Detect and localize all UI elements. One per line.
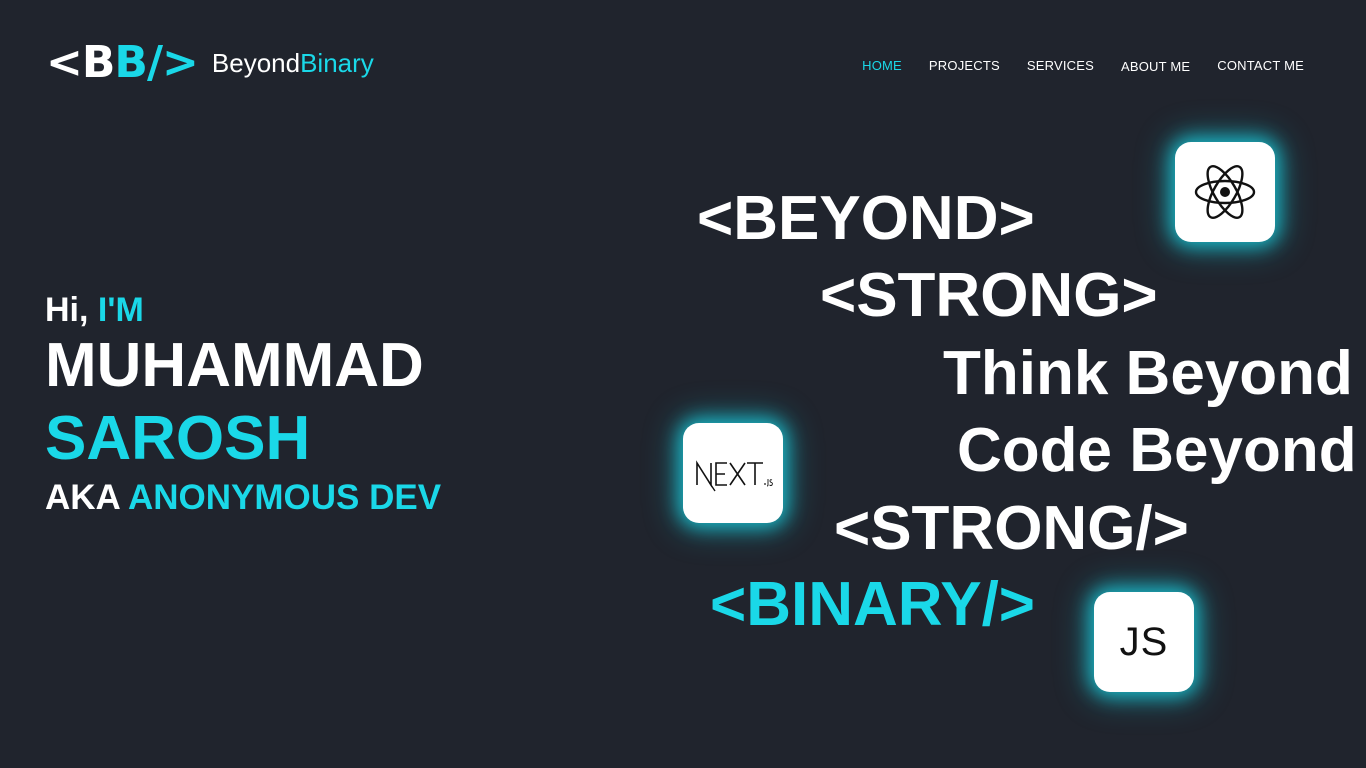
logo-mark-left: <B [46,37,115,88]
react-tile [1175,142,1275,242]
code-beyond-text: Code Beyond [957,416,1357,485]
logo-mark-right: B/> [114,37,198,88]
logo-mark: <BB/> [46,37,199,88]
nav-about-me[interactable]: ABOUT ME [1121,59,1190,74]
nav-home[interactable]: HOME [862,58,902,74]
page: <BB/> BeyondBinary HOME PROJECTS SERVICE… [0,0,1366,768]
nav-contact-me[interactable]: CONTACT ME [1217,58,1304,74]
aka-label: AKA [45,478,120,517]
greeting: Hi, I'M [45,290,441,330]
nextjs-icon [696,460,773,492]
js-tile: JS [1094,592,1194,692]
react-icon [1194,165,1256,219]
greeting-im: I'M [97,291,144,329]
main-nav: HOME PROJECTS SERVICES ABOUT ME CONTACT … [862,58,1304,74]
code-strong-close: <STRONG/> [834,494,1189,563]
alias-line: AKA ANONYMOUS DEV [45,477,441,519]
logo-text-beyond: Beyond [211,48,301,78]
js-icon: JS [1119,619,1169,664]
last-name: SAROSH [45,404,311,473]
nav-services[interactable]: SERVICES [1027,58,1094,74]
think-beyond-text: Think Beyond [943,339,1353,408]
brand-logo[interactable]: <BB/> BeyondBinary [46,38,374,88]
nav-projects[interactable]: PROJECTS [929,58,1000,74]
logo-text-binary: Binary [300,48,374,78]
code-strong-open: <STRONG> [820,261,1158,330]
code-beyond-open: <BEYOND> [697,184,1035,253]
hero-intro: Hi, I'M MUHAMMAD SAROSH AKA ANONYMOUS DE… [45,290,441,519]
first-name: MUHAMMAD [45,331,424,400]
logo-text: BeyondBinary [212,48,374,78]
greeting-hi: Hi, [45,291,89,329]
nextjs-tile [683,423,783,523]
code-binary-close: <BINARY/> [710,570,1036,639]
alias-name: ANONYMOUS DEV [127,478,442,517]
